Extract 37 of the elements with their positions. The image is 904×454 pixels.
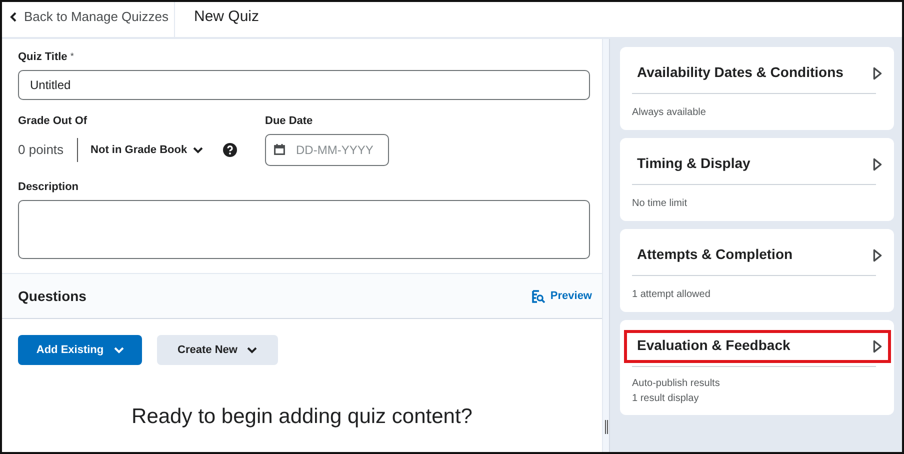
add-existing-button[interactable]: Add Existing <box>18 335 142 365</box>
expand-icon[interactable] <box>873 67 882 80</box>
card-summary: Auto-publish results <box>632 377 721 391</box>
card-title: Attempts & Completion <box>637 246 793 262</box>
preview-icon <box>532 290 546 302</box>
field-label: Quiz Title <box>18 51 68 63</box>
preview-link[interactable]: Preview <box>532 290 592 302</box>
chevron-down-icon <box>193 146 204 154</box>
points-text: 0 points <box>18 138 78 162</box>
required-mark: * <box>70 51 74 61</box>
grade-book-dropdown[interactable]: Not in Grade Book <box>90 144 204 156</box>
card-title: Availability Dates & Conditions <box>637 64 844 80</box>
chevron-down-icon <box>114 346 124 354</box>
back-link[interactable]: Back to Manage Quizzes <box>2 2 175 37</box>
card-summary: Always available <box>632 106 707 120</box>
card-summary: No time limit <box>632 196 688 210</box>
expand-icon[interactable] <box>873 249 882 262</box>
page-title: New Quiz <box>193 7 260 27</box>
title-field[interactable]: Untitled <box>18 70 590 100</box>
card-title: Timing & Display <box>637 155 750 171</box>
help-icon[interactable] <box>223 143 238 157</box>
description-field[interactable] <box>18 200 590 259</box>
field-label: Description <box>18 181 80 193</box>
section-heading: Questions <box>18 288 86 304</box>
expand-icon[interactable] <box>873 340 882 353</box>
empty-message: Ready to begin adding quiz content? <box>132 405 472 429</box>
card-summary: 1 attempt allowed <box>632 288 712 302</box>
expand-icon[interactable] <box>873 158 882 171</box>
field-label: Grade Out Of <box>18 115 88 127</box>
date-field[interactable]: DD-MM-YYYY <box>265 134 389 166</box>
create-new-button[interactable]: Create New <box>157 335 278 365</box>
card-summary: 1 result display <box>632 392 700 406</box>
field-label: Due Date <box>265 115 314 127</box>
chevron-down-icon <box>247 346 258 354</box>
calendar-icon <box>274 144 285 155</box>
card-title: Evaluation & Feedback <box>637 337 790 353</box>
back-chevron-icon <box>10 12 17 22</box>
